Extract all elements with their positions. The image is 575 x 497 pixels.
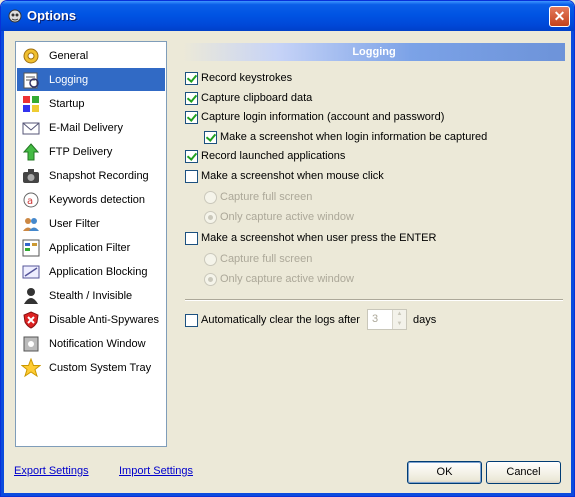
ok-button[interactable]: OK	[407, 461, 482, 484]
sidebar-item-ftp-delivery[interactable]: FTP Delivery	[17, 140, 165, 163]
sidebar-item-application-blocking[interactable]: Application Blocking	[17, 260, 165, 283]
stealth-icon	[24, 288, 38, 304]
enter-active-window-radio[interactable]	[204, 273, 217, 286]
sidebar-item-label: Notification Window	[49, 338, 146, 350]
stepper-down-arrow-icon[interactable]: ▼	[393, 320, 406, 329]
options-sidebar: General Logging Startup E-Mail Delivery …	[15, 41, 167, 447]
option-label: Make a screenshot when login information…	[220, 131, 488, 143]
days-unit-label: days	[413, 314, 437, 326]
option-label: Capture full screen	[220, 191, 313, 203]
option-label: Capture full screen	[220, 253, 313, 265]
window-frame-left	[1, 31, 4, 496]
sidebar-item-email-delivery[interactable]: E-Mail Delivery	[17, 116, 165, 139]
option-label: Capture login information (account and p…	[201, 111, 445, 123]
shield-icon	[23, 311, 39, 329]
screenshot-login-checkbox[interactable]	[204, 131, 217, 144]
record-apps-checkbox[interactable]	[185, 150, 198, 163]
keywords-icon: a	[23, 192, 39, 208]
screenshot-click-checkbox[interactable]	[185, 170, 198, 183]
sidebar-item-custom-system-tray[interactable]: Custom System Tray	[17, 356, 165, 379]
sidebar-item-user-filter[interactable]: User Filter	[17, 212, 165, 235]
stepper-up-arrow-icon[interactable]: ▲	[393, 310, 406, 319]
gear-icon	[23, 48, 39, 64]
screenshot-enter-checkbox[interactable]	[185, 232, 198, 245]
sidebar-item-label: Custom System Tray	[49, 362, 152, 374]
email-icon	[22, 122, 40, 135]
sidebar-item-label: FTP Delivery	[49, 146, 113, 158]
click-full-screen-radio[interactable]	[204, 191, 217, 204]
option-label: Automatically clear the logs after	[201, 314, 360, 326]
days-stepper[interactable]: 3 ▲ ▼	[367, 309, 407, 330]
sidebar-item-label: General	[49, 50, 89, 62]
sidebar-item-label: Snapshot Recording	[49, 170, 149, 182]
option-label: Record keystrokes	[201, 72, 293, 84]
sidebar-item-application-filter[interactable]: Application Filter	[17, 236, 165, 259]
enter-full-screen-radio[interactable]	[204, 253, 217, 266]
star-icon	[21, 358, 41, 378]
sidebar-item-label: Startup	[49, 98, 85, 110]
panel-header: Logging	[183, 43, 565, 61]
log-icon	[23, 72, 39, 89]
option-label: Record launched applications	[201, 150, 346, 162]
sidebar-item-label: Application Blocking	[49, 266, 148, 278]
app-icon	[8, 9, 22, 23]
sidebar-item-snapshot-recording[interactable]: Snapshot Recording	[17, 164, 165, 187]
window-frame-bottom	[1, 493, 574, 496]
auto-clear-checkbox[interactable]	[185, 314, 198, 327]
capture-login-checkbox[interactable]	[185, 111, 198, 124]
close-button[interactable]: ✕	[549, 6, 570, 27]
sidebar-item-label: Keywords detection	[49, 194, 145, 206]
sidebar-item-notification-window[interactable]: Notification Window	[17, 332, 165, 355]
separator	[185, 299, 563, 301]
sidebar-item-label: Application Filter	[49, 242, 131, 254]
options-window: Options ✕ General Logging Startup E-Mail…	[0, 0, 575, 497]
logging-panel: Logging Record keystrokes Capture clipbo…	[177, 41, 565, 447]
title-bar[interactable]: Options ✕	[1, 1, 574, 31]
sidebar-item-stealth-invisible[interactable]: Stealth / Invisible	[17, 284, 165, 307]
svg-text:a: a	[27, 196, 33, 207]
option-label: Capture clipboard data	[201, 92, 313, 104]
window-frame-right	[571, 31, 574, 496]
startup-icon	[23, 96, 39, 112]
capture-clipboard-checkbox[interactable]	[185, 92, 198, 105]
export-settings-link[interactable]: Export Settings	[14, 465, 89, 477]
sidebar-item-label: User Filter	[49, 218, 100, 230]
cancel-button[interactable]: Cancel	[486, 461, 561, 484]
import-settings-link[interactable]: Import Settings	[119, 465, 193, 477]
record-keystrokes-checkbox[interactable]	[185, 72, 198, 85]
sidebar-item-general[interactable]: General	[17, 44, 165, 67]
option-label: Only capture active window	[220, 273, 354, 285]
ftp-icon	[22, 143, 40, 161]
users-icon	[23, 218, 39, 231]
days-value: 3	[372, 313, 379, 325]
window-title: Options	[27, 8, 77, 23]
notification-icon	[23, 336, 39, 352]
sidebar-item-label: Stealth / Invisible	[49, 290, 133, 302]
option-label: Make a screenshot when user press the EN…	[201, 232, 437, 244]
sidebar-item-keywords-detection[interactable]: a Keywords detection	[17, 188, 165, 211]
sidebar-item-startup[interactable]: Startup	[17, 92, 165, 115]
sidebar-item-label: Disable Anti-Spywares	[49, 314, 160, 326]
app-block-icon	[22, 265, 40, 279]
sidebar-item-label: E-Mail Delivery	[49, 122, 123, 134]
sidebar-item-logging[interactable]: Logging	[17, 68, 165, 91]
app-filter-icon	[22, 239, 40, 257]
sidebar-item-label: Logging	[49, 74, 89, 86]
camera-icon	[23, 169, 39, 183]
option-label: Only capture active window	[220, 211, 354, 223]
option-label: Make a screenshot when mouse click	[201, 170, 384, 182]
sidebar-item-disable-anti-spywares[interactable]: Disable Anti-Spywares	[17, 308, 165, 331]
stepper-buttons: ▲ ▼	[392, 310, 406, 329]
click-active-window-radio[interactable]	[204, 211, 217, 224]
